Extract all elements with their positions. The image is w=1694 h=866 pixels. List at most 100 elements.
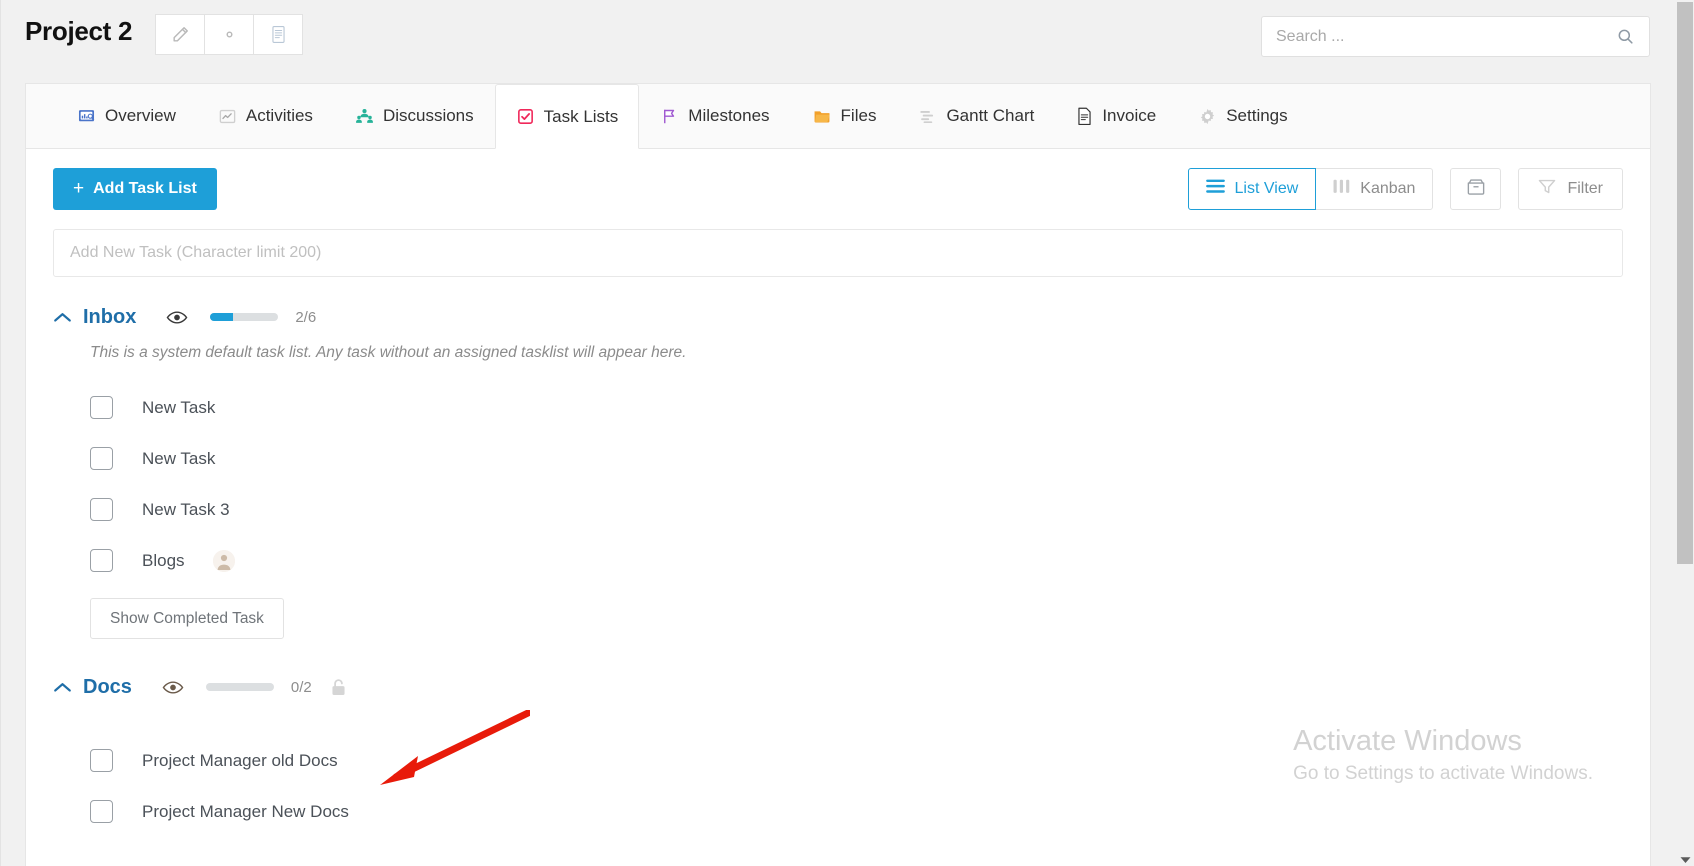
filter-button[interactable]: Filter [1518, 168, 1623, 210]
tab-label: Invoice [1102, 106, 1157, 125]
task-checkbox[interactable] [90, 396, 113, 419]
task-list-description: This is a system default task list. Any … [90, 344, 687, 361]
tab-label: Gantt Chart [946, 106, 1035, 125]
task-row[interactable]: Blogs [53, 535, 1623, 586]
task-label[interactable]: New Task [142, 398, 215, 418]
task-row[interactable]: New Task 3 [53, 484, 1623, 535]
tab-label: Discussions [382, 106, 474, 125]
vertical-scrollbar[interactable] [1676, 0, 1694, 866]
task-items: Project Manager old Docs Project Manager… [53, 735, 1623, 837]
list-view-button[interactable]: List View [1187, 168, 1317, 210]
avatar[interactable] [212, 549, 235, 572]
list-lines-icon [1205, 179, 1225, 199]
tab-activities[interactable]: Activities [197, 84, 334, 148]
task-label[interactable]: Blogs [142, 551, 185, 571]
discussions-people-icon [355, 107, 374, 126]
task-checkbox[interactable] [90, 549, 113, 572]
tab-invoice[interactable]: Invoice [1055, 84, 1177, 148]
add-task-list-button[interactable]: + Add Task List [53, 168, 217, 210]
task-items: New Task New Task New Task 3 Blogs [53, 382, 1623, 586]
plus-icon: + [73, 178, 85, 199]
edit-project-button[interactable] [155, 14, 205, 55]
tab-overview[interactable]: Overview [56, 84, 197, 148]
overview-monitor-icon [77, 107, 96, 126]
task-row[interactable]: New Task [53, 433, 1623, 484]
tab-settings[interactable]: Settings [1177, 84, 1308, 148]
scroll-down-arrow-icon[interactable] [1676, 856, 1694, 864]
section-divider [53, 639, 1623, 669]
project-notes-button[interactable] [253, 14, 303, 55]
task-list-header: Inbox 2/6 [53, 299, 1623, 335]
scrollbar-thumb[interactable] [1677, 2, 1693, 564]
tab-label: Activities [245, 106, 313, 125]
task-checkbox[interactable] [90, 498, 113, 521]
search-input[interactable] [1262, 27, 1616, 46]
task-row[interactable]: New Task [53, 382, 1623, 433]
tasklist-check-icon [516, 107, 535, 126]
page-title: Project 2 [25, 16, 133, 46]
task-checkbox[interactable] [90, 800, 113, 823]
main-card: Overview Activities Discussions Task Lis… [25, 83, 1651, 866]
task-list-header: Docs 0/2 [53, 669, 1623, 705]
tab-label: Settings [1226, 106, 1288, 125]
kanban-columns-icon [1333, 179, 1350, 199]
top-bar: Project 2 [0, 0, 1694, 74]
task-checkbox[interactable] [90, 749, 113, 772]
project-action-buttons [155, 14, 303, 55]
filter-label: Filter [1567, 180, 1603, 197]
tab-label: Files [840, 106, 877, 125]
add-task-list-label: Add Task List [93, 180, 197, 197]
filter-funnel-icon [1538, 178, 1556, 200]
tab-label: Task Lists [543, 106, 619, 126]
task-row[interactable]: Project Manager New Docs [53, 786, 1623, 837]
task-label[interactable]: Project Manager old Docs [142, 751, 338, 771]
milestone-flag-icon [660, 107, 679, 126]
list-view-label: List View [1234, 180, 1299, 197]
kanban-label: Kanban [1360, 180, 1416, 197]
task-label[interactable]: Project Manager New Docs [142, 802, 349, 822]
privacy-lock-icon[interactable] [330, 678, 347, 697]
gantt-bars-icon [918, 107, 937, 126]
task-list-count: 2/6 [295, 308, 317, 326]
tab-task-lists[interactable]: Task Lists [494, 84, 640, 149]
search-icon[interactable] [1616, 27, 1649, 46]
gear-icon [225, 31, 233, 38]
task-list-title[interactable]: Docs [83, 676, 132, 699]
view-toggle-group: List View Kanban [1187, 168, 1434, 210]
project-tabs: Overview Activities Discussions Task Lis… [26, 84, 1650, 149]
show-completed-task-button[interactable]: Show Completed Task [90, 598, 284, 639]
task-list-section-docs: Docs 0/2 Project Manager old Docs Projec… [53, 669, 1623, 837]
task-list-count: 0/2 [290, 678, 312, 696]
project-settings-button[interactable] [204, 14, 254, 55]
task-list-title[interactable]: Inbox [83, 306, 136, 329]
tab-milestones[interactable]: Milestones [639, 84, 790, 148]
kanban-view-button[interactable]: Kanban [1315, 168, 1434, 210]
files-folder-icon [812, 107, 832, 126]
tab-gantt-chart[interactable]: Gantt Chart [897, 84, 1055, 148]
task-lists-container: Inbox 2/6 This is a system default task … [26, 277, 1650, 837]
task-label[interactable]: New Task [142, 449, 215, 469]
archive-box-icon [1466, 177, 1486, 201]
task-row[interactable]: Project Manager old Docs [53, 735, 1623, 786]
document-icon [271, 26, 285, 43]
visibility-eye-icon[interactable] [162, 680, 184, 695]
collapse-chevron-up-icon[interactable] [53, 311, 83, 324]
view-controls: List View Kanban Filter [1187, 168, 1623, 210]
archive-button[interactable] [1450, 168, 1502, 210]
new-task-input[interactable] [53, 229, 1623, 277]
invoice-document-icon [1076, 107, 1093, 126]
tab-discussions[interactable]: Discussions [334, 84, 495, 148]
collapse-chevron-up-icon[interactable] [53, 681, 83, 694]
activities-chart-icon [218, 107, 237, 126]
visibility-eye-icon[interactable] [166, 310, 188, 325]
window-left-edge [0, 0, 1, 866]
tab-label: Milestones [688, 106, 770, 125]
tasklist-toolbar: + Add Task List List View Kanban Filter [26, 149, 1650, 229]
tab-files[interactable]: Files [791, 84, 898, 148]
search-box[interactable] [1261, 16, 1650, 57]
task-checkbox[interactable] [90, 447, 113, 470]
task-list-section-inbox: Inbox 2/6 This is a system default task … [53, 299, 1623, 639]
pencil-icon [172, 27, 188, 42]
task-label[interactable]: New Task 3 [142, 500, 230, 520]
new-task-row [26, 229, 1650, 277]
